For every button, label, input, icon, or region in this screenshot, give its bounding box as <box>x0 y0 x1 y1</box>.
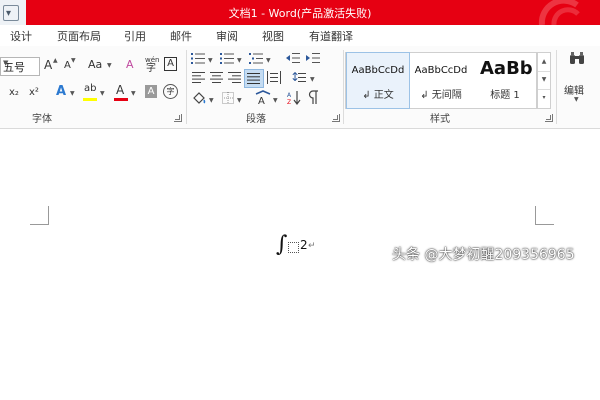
text-effects-icon[interactable]: A <box>56 85 66 99</box>
style-name: ↲ 无间隔 <box>420 90 462 101</box>
style-preview: AaBb <box>480 58 533 79</box>
chevron-down-icon: ▼ <box>237 97 242 104</box>
tab-mailings[interactable]: 邮件 <box>170 28 192 44</box>
styles-gallery: AaBbCcDd ↲ 正文 AaBbCcDd ↲ 无间隔 AaBb 标题 1 <box>345 52 537 109</box>
chevron-down-icon: ▼ <box>208 57 213 64</box>
editing-button[interactable]: 编辑 ▼ <box>562 50 592 108</box>
increase-indent-icon[interactable] <box>306 52 320 64</box>
formula-number: 2 <box>300 238 308 252</box>
paragraph-mark-icon: ↵ <box>308 241 316 251</box>
svg-text:A: A <box>287 92 292 99</box>
bullets-icon[interactable] <box>191 52 205 65</box>
style-preview: AaBbCcDd <box>351 65 405 76</box>
styles-dialog-launcher-icon[interactable] <box>545 114 553 122</box>
margin-mark-left <box>30 206 49 225</box>
style-no-spacing[interactable]: AaBbCcDd ↲ 无间隔 <box>410 53 472 106</box>
document-page[interactable]: ∫ 2 ↵ <box>0 129 600 400</box>
clear-format-icon[interactable]: A <box>126 58 134 72</box>
char-border-icon[interactable]: A <box>164 57 177 71</box>
chevron-down-icon: ▼ <box>70 90 75 97</box>
align-right-icon[interactable] <box>228 72 241 83</box>
style-name: 标题 1 <box>490 90 520 101</box>
shading-icon[interactable] <box>192 91 206 105</box>
chevron-down-icon: ▼ <box>3 59 9 67</box>
group-divider <box>556 50 557 124</box>
phonetic-guide-icon[interactable]: 字 <box>146 62 156 76</box>
styles-scroll[interactable]: ▲ ▼ ▾ <box>537 52 551 109</box>
more-styles-icon[interactable]: ▾ <box>538 89 550 107</box>
ribbon-tabs: 设计 页面布局 引用 邮件 审阅 视图 有道翻译 <box>0 25 600 46</box>
chevron-down-icon: ▼ <box>131 90 136 97</box>
placeholder-box[interactable] <box>288 242 299 253</box>
shrink-arrow-icon: ▼ <box>71 57 76 64</box>
chevron-down-icon: ▼ <box>237 57 242 64</box>
sort-icon[interactable]: A Z <box>287 90 301 105</box>
styles-group-label: 样式 <box>430 114 450 125</box>
margin-mark-right <box>535 206 554 225</box>
chevron-down-icon: ▼ <box>266 57 271 64</box>
title-decoration-icon <box>538 0 580 25</box>
style-preview: AaBbCcDd <box>414 65 468 76</box>
shrink-font-icon[interactable]: A <box>64 59 71 73</box>
tab-youdao-translate[interactable]: 有道翻译 <box>309 28 353 44</box>
integral-symbol: ∫ <box>276 232 288 257</box>
window-title: 文档1 - Word(产品激活失败) <box>228 7 372 20</box>
subscript-icon[interactable]: x₂ <box>9 86 19 100</box>
numbering-icon[interactable] <box>220 52 234 65</box>
chevron-down-icon: ▼ <box>107 62 112 69</box>
paragraph-group-label: 段落 <box>246 114 266 125</box>
char-shading-icon[interactable]: A <box>145 85 157 98</box>
editing-label: 编辑 <box>564 86 584 97</box>
enclose-char-icon[interactable]: 字 <box>163 84 178 99</box>
group-divider <box>343 50 344 124</box>
align-left-icon[interactable] <box>192 72 205 83</box>
chevron-down-icon: ▼ <box>310 76 315 83</box>
ribbon: 五号 ▼ A ▲ A ▼ Aa ▼ A wén 字 A x₂ x² A ▼ ab… <box>0 46 600 129</box>
decrease-indent-icon[interactable] <box>286 52 300 64</box>
justify-button[interactable] <box>244 69 264 88</box>
chevron-down-icon: ▼ <box>100 90 105 97</box>
grow-font-icon[interactable]: A <box>44 58 52 72</box>
chevron-down-icon: ▼ <box>209 97 214 104</box>
tab-view[interactable]: 视图 <box>262 28 284 44</box>
borders-icon[interactable] <box>222 92 234 104</box>
style-heading-1[interactable]: AaBb 标题 1 <box>474 53 536 106</box>
style-normal[interactable]: AaBbCcDd ↲ 正文 <box>346 52 410 109</box>
font-group-label: 字体 <box>32 114 52 125</box>
superscript-icon[interactable]: x² <box>29 86 39 100</box>
watermark: 头条 @大梦初醒209356965 <box>392 247 575 263</box>
svg-text:A: A <box>258 96 265 105</box>
paragraph-dialog-launcher-icon[interactable] <box>332 114 340 122</box>
highlight-color-bar <box>83 98 97 101</box>
change-case-icon[interactable]: Aa <box>88 58 102 72</box>
style-name: ↲ 正文 <box>362 90 394 101</box>
grow-arrow-icon: ▲ <box>53 57 58 64</box>
binoculars-icon <box>570 52 584 64</box>
font-size-select[interactable]: 五号 ▼ <box>0 57 40 76</box>
chevron-down-icon: ▼ <box>273 97 278 104</box>
distributed-icon[interactable] <box>267 71 281 84</box>
chevron-down-icon: ▼ <box>574 96 579 103</box>
chinese-layout-icon[interactable]: A <box>255 90 271 105</box>
show-marks-icon[interactable] <box>308 90 320 105</box>
align-center-icon[interactable] <box>210 72 223 83</box>
highlight-icon[interactable]: ab <box>84 82 96 96</box>
paragraph-group: ▼ ▼ ▼ ↕ ▼ ▼ ▼ A ▼ A Z 段落 <box>187 46 343 128</box>
font-group: 五号 ▼ A ▲ A ▼ Aa ▼ A wén 字 A x₂ x² A ▼ ab… <box>0 46 186 128</box>
tab-design[interactable]: 设计 <box>10 28 32 44</box>
tab-references[interactable]: 引用 <box>124 28 146 44</box>
line-spacing-lines-icon <box>298 73 306 82</box>
svg-text:Z: Z <box>287 99 291 105</box>
font-color-icon[interactable]: A <box>116 83 124 97</box>
multilevel-list-icon[interactable] <box>249 52 263 65</box>
font-dialog-launcher-icon[interactable] <box>174 114 182 122</box>
tab-page-layout[interactable]: 页面布局 <box>57 28 101 44</box>
scroll-up-icon[interactable]: ▲ <box>538 53 550 72</box>
font-color-bar <box>114 98 128 101</box>
justify-icon <box>247 73 260 84</box>
tab-review[interactable]: 审阅 <box>216 28 238 44</box>
title-bar: ▾ 文档1 - Word(产品激活失败) <box>0 0 600 25</box>
scroll-down-icon[interactable]: ▼ <box>538 71 550 90</box>
